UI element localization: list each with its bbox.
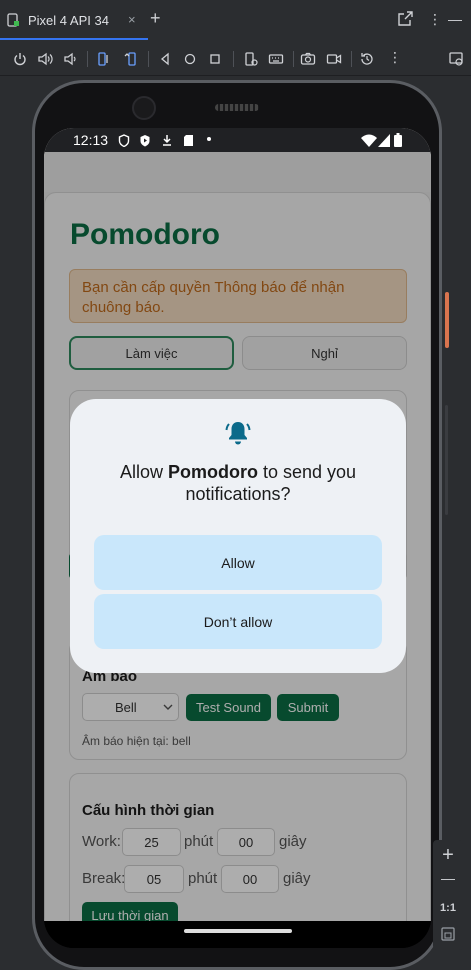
overview-icon[interactable] <box>207 51 223 67</box>
dialog-title-prefix: Allow <box>119 462 168 482</box>
camera-icon[interactable] <box>300 51 316 67</box>
extended-controls-icon[interactable] <box>448 51 464 67</box>
wifi-icon <box>361 134 377 147</box>
phone-display: 12:13 Pomodoro Bạn cần cấp quyền Thông b… <box>44 128 431 948</box>
toolbar-divider <box>293 51 294 67</box>
volume-down-icon[interactable] <box>62 51 78 67</box>
dont-allow-button[interactable]: Don’t allow <box>94 594 382 649</box>
zoom-in-icon[interactable]: + <box>434 844 462 867</box>
toolbar-more-icon[interactable]: ⋮ <box>388 49 404 65</box>
emulator-title-bar: Pixel 4 API 34 × + ⋮ — <box>0 0 471 40</box>
download-icon <box>163 135 171 146</box>
record-video-icon[interactable] <box>326 51 342 67</box>
power-key[interactable] <box>445 292 449 348</box>
dialog-title: Allow Pomodoro to send you notifications… <box>90 461 386 505</box>
device-tab-label: Pixel 4 API 34 <box>28 12 109 28</box>
fit-screen-icon[interactable] <box>441 927 455 941</box>
notification-dot <box>207 137 211 141</box>
toolbar-divider <box>233 51 234 67</box>
zoom-ratio-label[interactable]: 1:1 <box>434 902 462 914</box>
navigation-bar <box>44 921 431 948</box>
toolbar-divider <box>87 51 88 67</box>
home-icon[interactable] <box>182 51 198 67</box>
device-icon <box>7 13 19 27</box>
sd-card-icon <box>184 135 193 146</box>
clock: 12:13 <box>73 132 109 148</box>
dialog-title-app: Pomodoro <box>167 462 258 482</box>
gesture-handle[interactable] <box>184 929 292 933</box>
close-tab-icon[interactable]: × <box>128 12 136 27</box>
emulator-toolbar: ⋮ <box>0 42 471 76</box>
rotate-right-icon[interactable] <box>122 51 138 67</box>
toolbar-divider <box>351 51 352 67</box>
power-icon[interactable] <box>12 51 28 67</box>
front-camera <box>132 96 156 120</box>
more-options-icon[interactable]: ⋮ <box>428 11 442 28</box>
back-icon[interactable] <box>157 51 173 67</box>
device-settings-icon[interactable] <box>243 51 259 67</box>
toolbar-divider <box>148 51 149 67</box>
shield-icon <box>118 134 130 147</box>
zoom-out-icon[interactable]: — <box>434 870 462 886</box>
notification-bell-icon <box>225 422 251 445</box>
status-bar: 12:13 <box>44 128 431 152</box>
snapshot-history-icon[interactable] <box>359 51 375 67</box>
battery-icon <box>394 133 402 147</box>
volume-up-icon[interactable] <box>37 51 53 67</box>
external-window-icon[interactable] <box>398 11 413 26</box>
volume-keys[interactable] <box>445 405 448 515</box>
allow-button[interactable]: Allow <box>94 535 382 590</box>
earpiece-speaker <box>215 104 259 111</box>
play-protect-icon <box>140 135 150 147</box>
active-tab-indicator <box>0 38 148 40</box>
minimize-icon[interactable]: — <box>448 11 462 27</box>
device-tab[interactable]: Pixel 4 API 34 <box>6 6 146 34</box>
signal-icon <box>378 134 390 147</box>
keyboard-icon[interactable] <box>268 51 284 67</box>
permission-dialog: Allow Pomodoro to send you notifications… <box>70 399 406 673</box>
add-tab-icon[interactable]: + <box>150 8 161 29</box>
rotate-left-icon[interactable] <box>96 51 112 67</box>
app-screen: 12:13 Pomodoro Bạn cần cấp quyền Thông b… <box>44 128 431 921</box>
